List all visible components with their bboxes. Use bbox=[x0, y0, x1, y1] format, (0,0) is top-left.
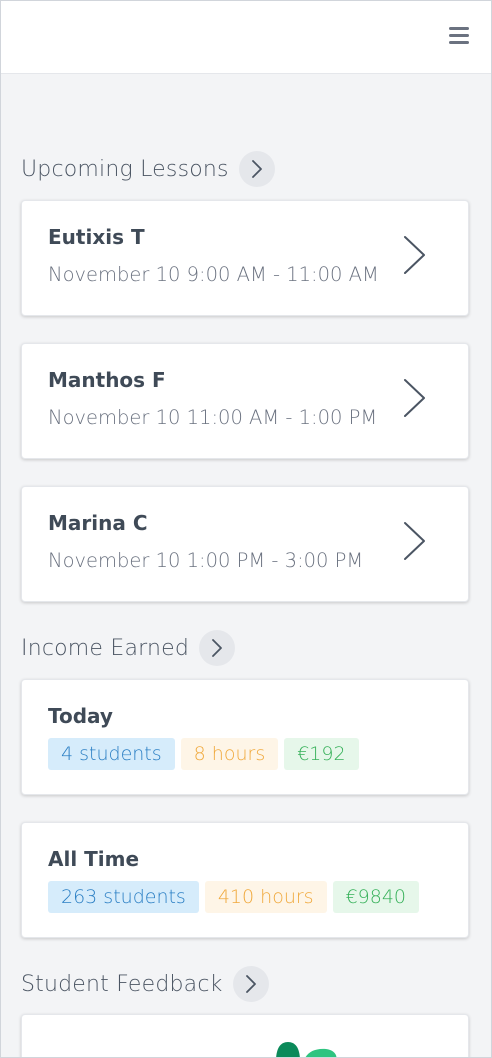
income-earned-chevron-icon[interactable] bbox=[199, 630, 236, 666]
lesson-card[interactable]: Manthos F November 10 11:00 AM - 1:00 PM bbox=[21, 343, 469, 459]
income-today-card: Today 4 students 8 hours €192 bbox=[21, 679, 469, 795]
student-feedback-card bbox=[21, 1014, 469, 1057]
top-bar bbox=[1, 1, 491, 74]
lesson-time: November 10 1:00 PM - 3:00 PM bbox=[48, 549, 364, 572]
income-stats: 4 students 8 hours €192 bbox=[48, 738, 359, 770]
app-frame: Upcoming Lessons Eutixis T November 10 9… bbox=[0, 0, 492, 1058]
upcoming-lessons-header: Upcoming Lessons bbox=[21, 151, 275, 187]
chevron-right-icon bbox=[404, 236, 425, 274]
income-period-label: All Time bbox=[48, 847, 140, 871]
student-feedback-chevron-icon[interactable] bbox=[232, 966, 269, 1002]
hamburger-menu-icon[interactable] bbox=[449, 27, 469, 45]
students-badge: 4 students bbox=[48, 738, 175, 770]
students-badge: 263 students bbox=[48, 881, 199, 913]
lesson-time: November 10 11:00 AM - 1:00 PM bbox=[48, 406, 378, 429]
lesson-card[interactable]: Marina C November 10 1:00 PM - 3:00 PM bbox=[21, 486, 469, 602]
income-earned-header: Income Earned bbox=[21, 630, 236, 666]
upcoming-lessons-title: Upcoming Lessons bbox=[21, 156, 229, 182]
chevron-right-icon bbox=[404, 379, 425, 417]
student-feedback-header: Student Feedback bbox=[21, 966, 269, 1002]
income-earned-title: Income Earned bbox=[21, 635, 190, 661]
lesson-student-name: Manthos F bbox=[48, 368, 166, 392]
lesson-time: November 10 9:00 AM - 11:00 AM bbox=[48, 263, 379, 286]
hours-badge: 8 hours bbox=[180, 738, 279, 770]
income-period-label: Today bbox=[48, 704, 113, 728]
student-feedback-title: Student Feedback bbox=[21, 971, 223, 997]
chevron-right-icon bbox=[404, 522, 425, 560]
leaf-illustration-icon bbox=[276, 1042, 337, 1057]
hours-badge: 410 hours bbox=[204, 881, 327, 913]
income-all-time-card: All Time 263 students 410 hours €9840 bbox=[21, 822, 469, 938]
earnings-badge: €9840 bbox=[332, 881, 420, 913]
lesson-card[interactable]: Eutixis T November 10 9:00 AM - 11:00 AM bbox=[21, 200, 469, 316]
upcoming-lessons-chevron-icon[interactable] bbox=[238, 151, 275, 187]
lesson-student-name: Marina C bbox=[48, 511, 148, 535]
earnings-badge: €192 bbox=[284, 738, 359, 770]
income-stats: 263 students 410 hours €9840 bbox=[48, 881, 420, 913]
lesson-student-name: Eutixis T bbox=[48, 225, 145, 249]
